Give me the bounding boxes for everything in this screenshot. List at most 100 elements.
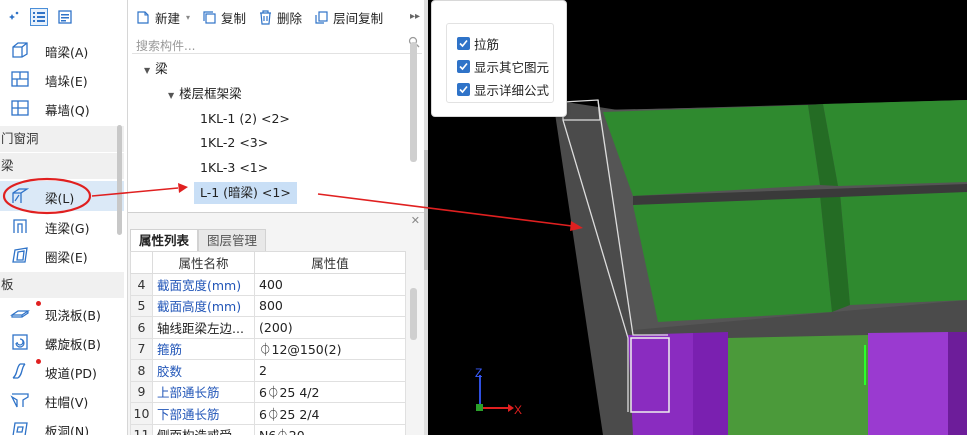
tree-leaf[interactable]: 1KL-2 <3> [200,132,268,154]
expand-triangle-icon[interactable]: ▼ [168,91,174,100]
form-view-icon[interactable] [56,8,74,26]
properties-table: 属性名称 属性值 4 截面宽度(mm) 400 5 截面高度(mm) 800 6… [130,251,406,435]
nav-item-label: 墙垛(E) [45,74,88,89]
option-label: 显示其它图元 [474,60,550,75]
delete-button-label: 删除 [277,10,303,26]
copy-button[interactable]: 复制 [202,8,246,27]
display-options-group: 拉筋 显示其它图元 显示详细公式 [446,23,554,103]
3d-viewport[interactable]: Z X 拉筋 显示其它图元 显示详细公式 [428,0,967,435]
table-row[interactable]: 6 轴线距梁左边... (200) [130,316,406,339]
nav-item-slab-hole[interactable]: 板洞(N) [0,414,124,435]
table-row[interactable]: 9 上部通长筋 6⏀25 4/2 [130,380,406,403]
floor-copy-button[interactable]: 层间复制 [314,8,383,27]
new-badge-dot [36,359,41,364]
nav-item-spiral-slab[interactable]: 螺旋板(B) [0,327,124,357]
tab-property-list[interactable]: 属性列表 [130,229,199,251]
nav-group-beam[interactable]: 梁 [0,153,124,179]
display-options-popup: 拉筋 显示其它图元 显示详细公式 [431,0,567,117]
properties-scrollbar[interactable] [410,288,417,340]
curtain-wall-icon [10,99,30,117]
property-value[interactable]: N6⏀20 [254,423,406,435]
property-name: 轴线距梁左边... [152,316,255,339]
row-num: 10 [130,402,153,425]
chevron-down-icon[interactable]: ▾ [186,13,190,22]
app-window: 暗梁(A) 墙垛(E) 幕墙(Q) 门窗洞 梁 梁(L) 连梁(G) 圈梁(E)… [0,0,967,435]
property-value[interactable]: 800 [254,294,406,317]
property-name: 截面宽度(mm) [152,273,255,296]
nav-group-slab[interactable]: 板 [0,272,124,298]
table-row[interactable]: 10 下部通长筋 6⏀25 2/4 [130,402,406,425]
delete-button[interactable]: 删除 [258,8,302,27]
checkbox-checked-icon[interactable] [457,60,470,73]
nav-item-cast-slab[interactable]: 现浇板(B) [0,298,124,328]
nav-item-dark-beam[interactable]: 暗梁(A) [0,35,124,65]
close-icon[interactable]: ✕ [411,214,420,227]
tree-node-beam[interactable]: ▼ 梁 [144,58,168,80]
nav-group-openings[interactable]: 门窗洞 [0,126,124,152]
component-tree-panel: 新建 ▾ 复制 删除 层间复制 ▸▸ 搜索构件... ▼ 梁 ▼ 楼层框架梁 1… [128,0,426,212]
purple-column [693,332,728,435]
nav-item-ramp[interactable]: 坡道(PD) [0,356,124,386]
table-row[interactable]: 7 箍筋 ⏀12@150(2) [130,337,406,360]
table-row[interactable]: 8 胶数 2 [130,359,406,382]
nav-item-label: 幕墙(Q) [45,103,90,118]
checkbox-checked-icon[interactable] [457,37,470,50]
sparkle-icon[interactable] [4,8,22,26]
green-beam-block [823,100,967,186]
option-show-other-elements[interactable]: 显示其它图元 [457,57,549,76]
nav-item-label: 连梁(G) [45,221,90,236]
floor-copy-button-label: 层间复制 [333,10,384,26]
table-row[interactable]: 11 侧面构造或受... N6⏀20 [130,423,406,435]
tree-node-floor-frame-beam[interactable]: ▼ 楼层框架梁 [168,83,242,105]
property-value[interactable]: (200) [254,316,406,339]
property-name: 侧面构造或受... [152,423,255,435]
tree-leaf[interactable]: 1KL-3 <1> [200,157,268,179]
table-row[interactable]: 5 截面高度(mm) 800 [130,294,406,317]
option-tie-bar[interactable]: 拉筋 [457,34,499,53]
new-button[interactable]: 新建 ▾ [136,8,190,27]
nav-item-label: 现浇板(B) [45,308,101,323]
nav-item-label: 板洞(N) [45,424,90,435]
checkbox-checked-icon[interactable] [457,83,470,96]
slab-hole-icon [10,420,30,435]
copy-button-label: 复制 [221,10,247,26]
nav-item-label: 柱帽(V) [45,395,89,410]
tree-leaf-selected[interactable]: L-1 (暗梁) <1> [194,182,297,204]
property-name: 胶数 [152,359,255,382]
nav-item-curtain-wall[interactable]: 幕墙(Q) [0,93,124,123]
tree-scrollbar[interactable] [410,42,417,162]
property-value[interactable]: ⏀12@150(2) [254,337,406,360]
nav-item-ring-beam[interactable]: 圈梁(E) [0,240,124,270]
expand-triangle-icon[interactable]: ▼ [144,66,150,75]
wall-pier-icon [10,70,30,88]
x-axis-label: X [514,403,522,417]
overflow-chevron-icon[interactable]: ▸▸ [410,11,420,22]
table-row[interactable]: 4 截面宽度(mm) 400 [130,273,406,296]
property-value[interactable]: 6⏀25 2/4 [254,402,406,425]
property-value[interactable]: 2 [254,359,406,382]
nav-item-wall-pier[interactable]: 墙垛(E) [0,64,124,94]
tree-leaf[interactable]: 1KL-1 (2) <2> [200,108,290,130]
option-show-detailed-formula[interactable]: 显示详细公式 [457,80,549,99]
property-name: 下部通长筋 [152,402,255,425]
property-name: 上部通长筋 [152,380,255,403]
property-value[interactable]: 400 [254,273,406,296]
wall-beam-icon [10,41,30,59]
list-view-icon[interactable] [30,8,48,26]
row-num: 6 [130,316,153,339]
purple-column [948,332,967,435]
nav-scrollbar[interactable] [117,125,122,235]
row-num: 7 [130,337,153,360]
nav-item-label: 暗梁(A) [45,45,89,60]
beam-icon [10,187,30,205]
nav-item-column-cap[interactable]: 柱帽(V) [0,385,124,415]
header-num [130,251,153,274]
property-value[interactable]: 6⏀25 4/2 [254,380,406,403]
nav-item-label: 圈梁(E) [45,250,88,265]
new-file-icon [137,10,149,24]
search-input[interactable]: 搜索构件... [132,34,422,54]
z-axis-label: Z [475,366,482,380]
tab-layer-management[interactable]: 图层管理 [198,229,267,251]
nav-item-coupling-beam[interactable]: 连梁(G) [0,211,124,241]
nav-item-beam[interactable]: 梁(L) [0,181,124,211]
